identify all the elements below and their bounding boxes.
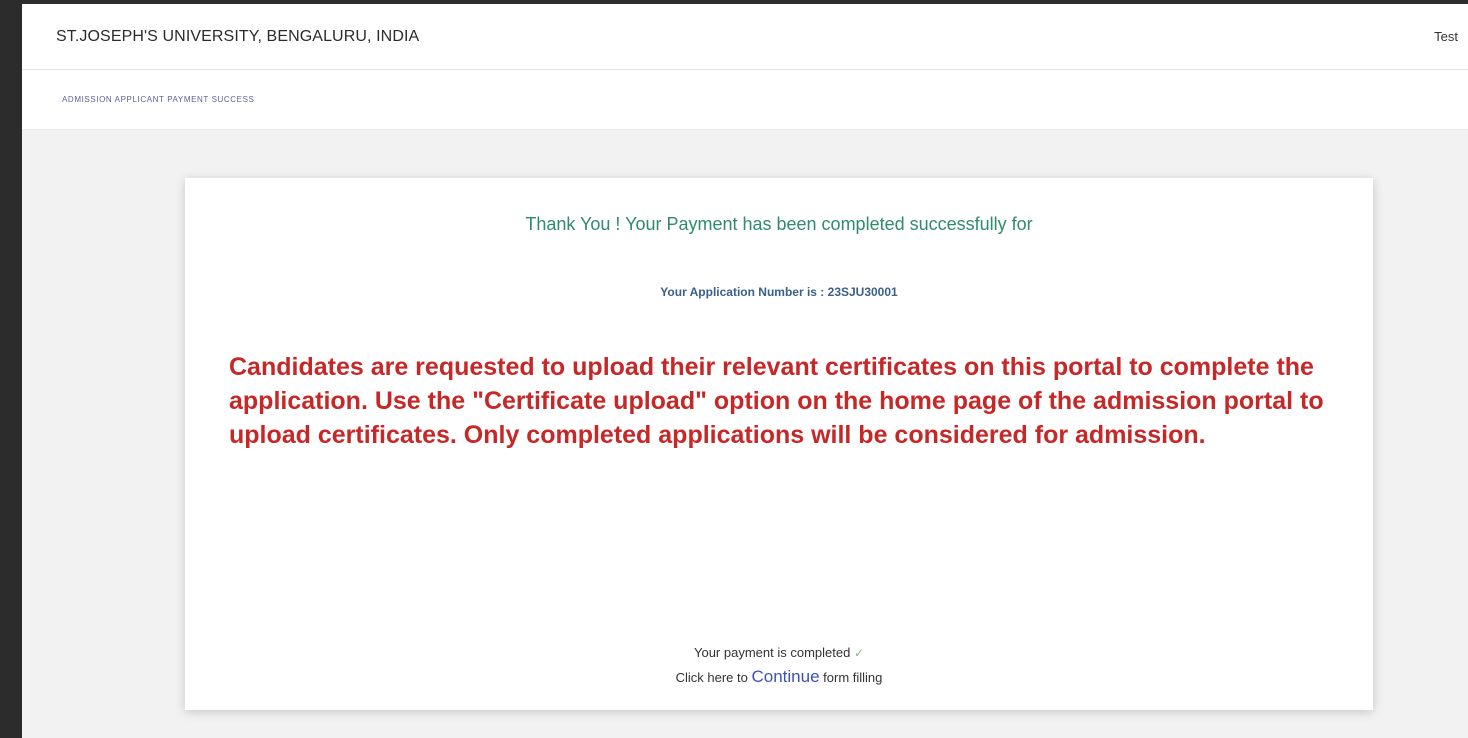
click-prefix: Click here to	[675, 670, 748, 685]
app-window: ST.JOSEPH'S UNIVERSITY, BENGALURU, INDIA…	[0, 0, 1468, 738]
payment-status-text: Your payment is completed	[693, 645, 851, 660]
thank-you-message: Thank You ! Your Payment has been comple…	[525, 214, 1033, 234]
payment-success-card: Thank You ! Your Payment has been comple…	[185, 178, 1373, 710]
continue-link[interactable]: Continue	[751, 667, 819, 686]
payment-footer: Your payment is completed ✓ Click here t…	[185, 641, 1373, 690]
certificate-upload-notice: Candidates are requested to upload their…	[229, 353, 1324, 449]
payment-status-line: Your payment is completed ✓	[185, 641, 1373, 665]
check-icon: ✓	[853, 646, 865, 660]
continue-line: Click here to Continue form filling	[185, 665, 1373, 690]
click-suffix: form filling	[823, 670, 883, 685]
user-name[interactable]: Test	[1434, 29, 1458, 44]
application-number: Your Application Number is : 23SJU30001	[660, 285, 898, 299]
top-header: ST.JOSEPH'S UNIVERSITY, BENGALURU, INDIA…	[22, 4, 1468, 70]
breadcrumb: ADMISSION APPLICANT PAYMENT SUCCESS	[62, 95, 255, 104]
university-title: ST.JOSEPH'S UNIVERSITY, BENGALURU, INDIA	[56, 27, 420, 45]
breadcrumb-bar: ADMISSION APPLICANT PAYMENT SUCCESS	[22, 70, 1468, 130]
